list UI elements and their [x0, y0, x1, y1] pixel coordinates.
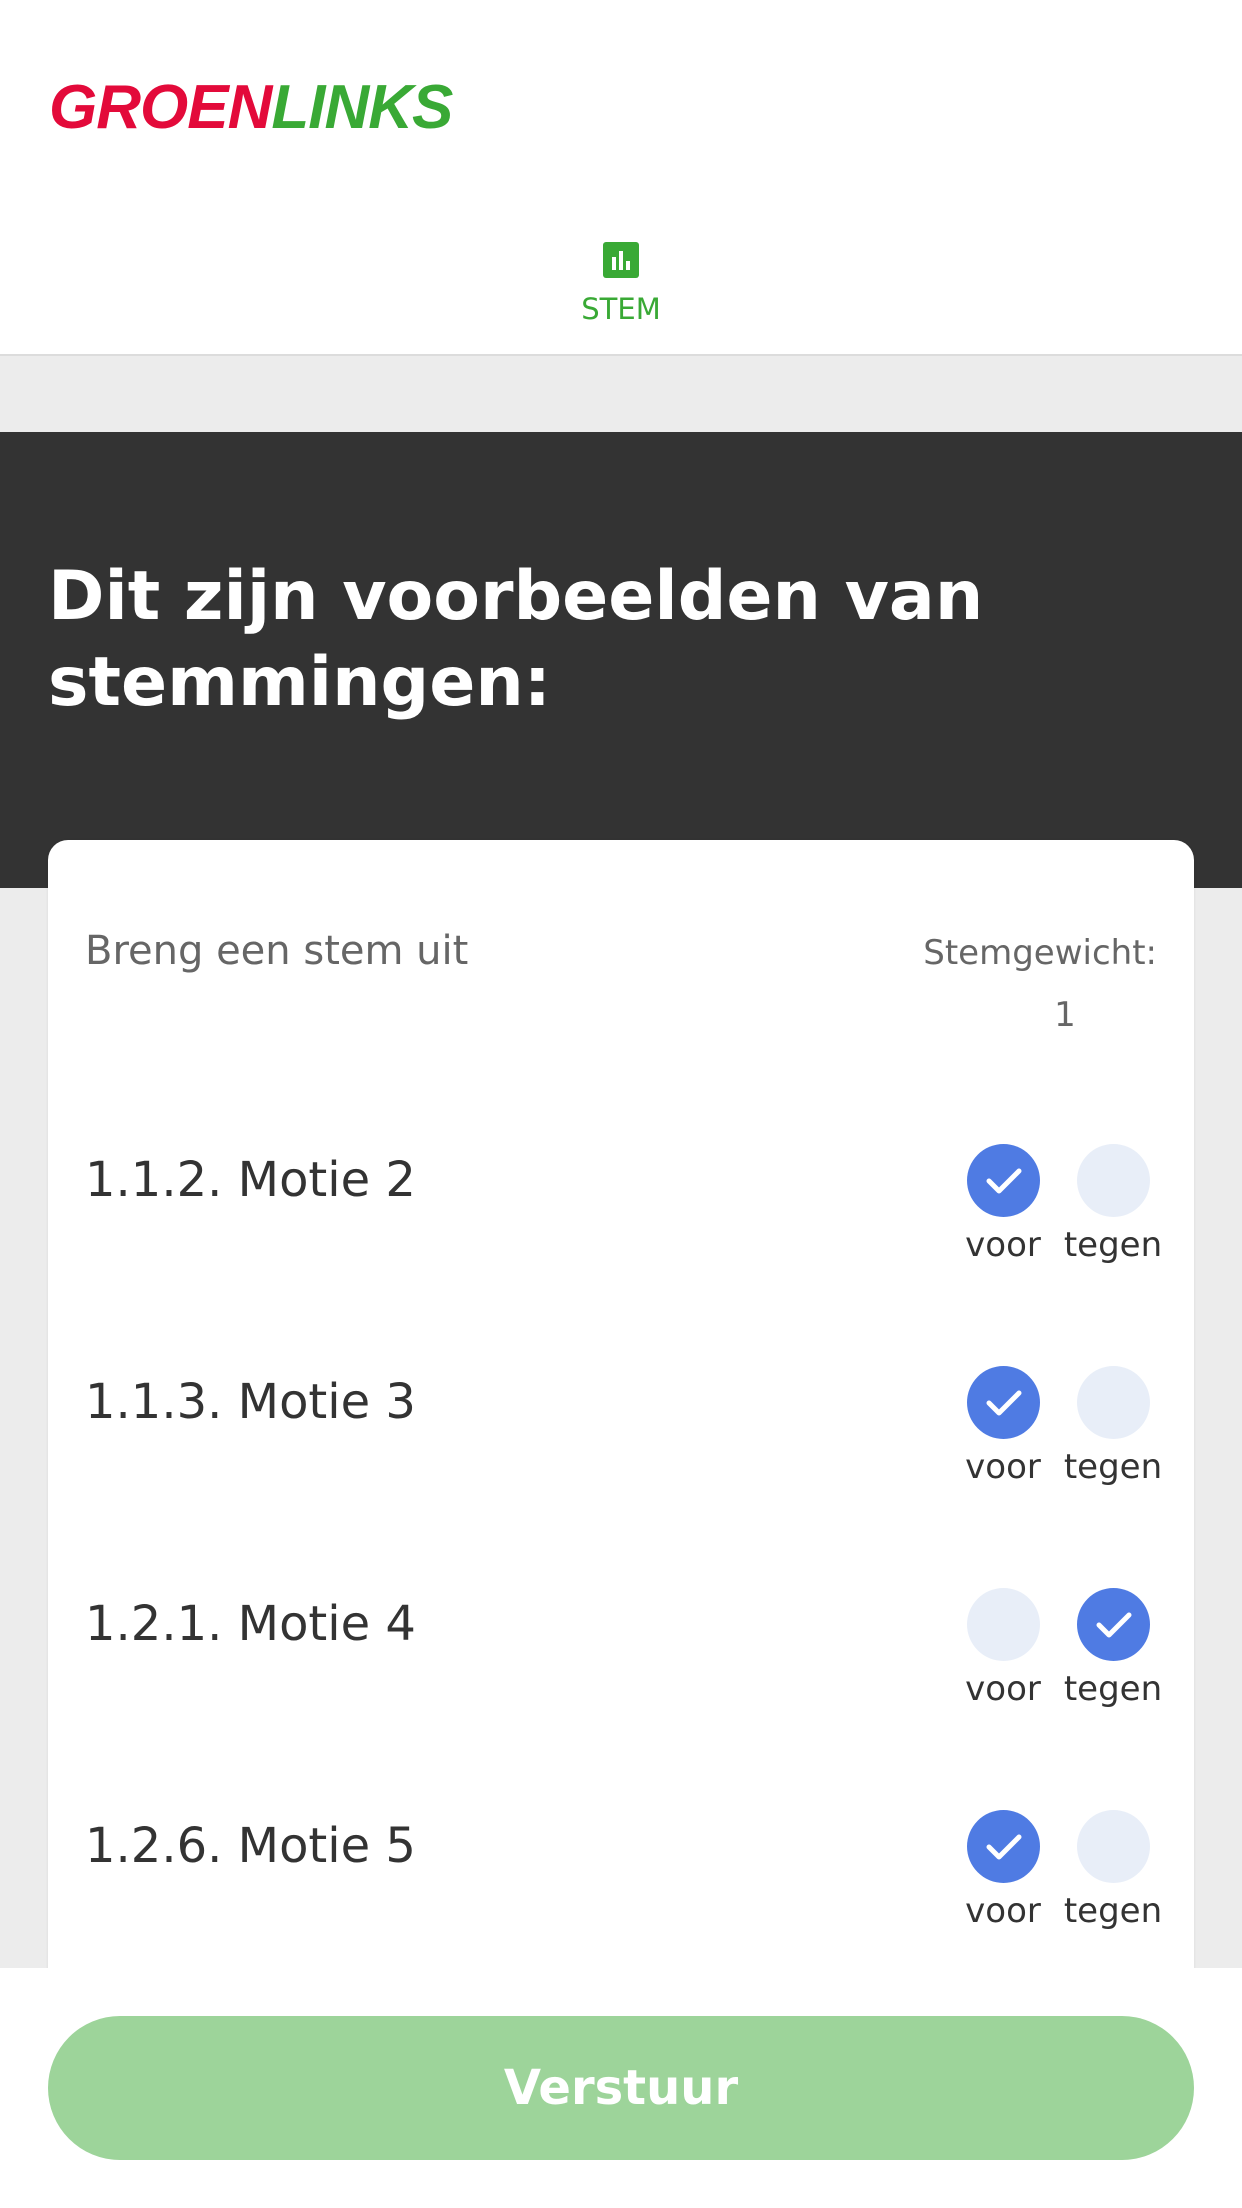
motion-row: 1.1.2. Motie 2 voor tegen	[48, 1144, 1194, 1304]
tegen-label: tegen	[1063, 1891, 1163, 1931]
tab-stem[interactable]: STEM	[571, 236, 671, 342]
footer-bar: Verstuur	[0, 1968, 1242, 2208]
option-voor[interactable]: voor	[948, 1144, 1058, 1265]
checkmark-icon	[986, 1834, 1021, 1860]
tegen-radio[interactable]	[1076, 1588, 1150, 1661]
motion-row: 1.1.3. Motie 3 voor tegen	[48, 1366, 1194, 1526]
groenlinks-logo: GROENLINKS	[49, 70, 453, 146]
option-tegen[interactable]: tegen	[1058, 1366, 1168, 1487]
tegen-label: tegen	[1063, 1225, 1163, 1265]
tegen-label: tegen	[1063, 1669, 1163, 1709]
motion-title: 1.1.2. Motie 2	[85, 1152, 416, 1208]
voor-label: voor	[965, 1669, 1041, 1709]
tegen-radio[interactable]	[1076, 1810, 1150, 1883]
motion-row: 1.2.6. Motie 5 voor tegen	[48, 1810, 1194, 1970]
option-tegen[interactable]: tegen	[1058, 1588, 1168, 1709]
page-title: Dit zijn voorbeelden van stemmingen:	[48, 557, 984, 722]
bar-chart-icon	[603, 242, 639, 278]
voor-radio[interactable]	[966, 1588, 1040, 1661]
option-voor[interactable]: voor	[948, 1588, 1058, 1709]
tegen-label: tegen	[1063, 1447, 1163, 1487]
submit-button[interactable]: Verstuur	[48, 2016, 1194, 2160]
vote-instruction: Breng een stem uit	[85, 928, 469, 974]
voor-label: voor	[965, 1891, 1041, 1931]
option-voor[interactable]: voor	[948, 1810, 1058, 1931]
logo-links: LINKS	[271, 73, 453, 142]
voor-label: voor	[965, 1447, 1041, 1487]
vote-weight-label: Stemgewicht:	[923, 933, 1157, 973]
motion-title: 1.2.6. Motie 5	[85, 1818, 416, 1874]
checkmark-icon	[986, 1390, 1021, 1416]
motion-title: 1.2.1. Motie 4	[85, 1596, 416, 1652]
option-tegen[interactable]: tegen	[1058, 1144, 1168, 1265]
tab-stem-label: STEM	[581, 292, 661, 326]
vote-weight-value: 1	[1054, 995, 1076, 1035]
tegen-radio[interactable]	[1076, 1144, 1150, 1217]
motion-title: 1.1.3. Motie 3	[85, 1374, 416, 1430]
tegen-radio[interactable]	[1076, 1366, 1150, 1439]
checkmark-icon	[1096, 1612, 1131, 1638]
logo-groen: GROEN	[49, 73, 272, 142]
voor-radio[interactable]	[966, 1366, 1040, 1439]
app-header: GROENLINKS STEM	[0, 0, 1242, 356]
voor-radio[interactable]	[966, 1810, 1040, 1883]
option-voor[interactable]: voor	[948, 1366, 1058, 1487]
voor-radio[interactable]	[966, 1144, 1040, 1217]
checkmark-icon	[986, 1168, 1021, 1194]
motion-row: 1.2.1. Motie 4 voor tegen	[48, 1588, 1194, 1748]
option-tegen[interactable]: tegen	[1058, 1810, 1168, 1931]
voor-label: voor	[965, 1225, 1041, 1265]
hero-banner: Dit zijn voorbeelden van stemmingen:	[0, 432, 1242, 888]
